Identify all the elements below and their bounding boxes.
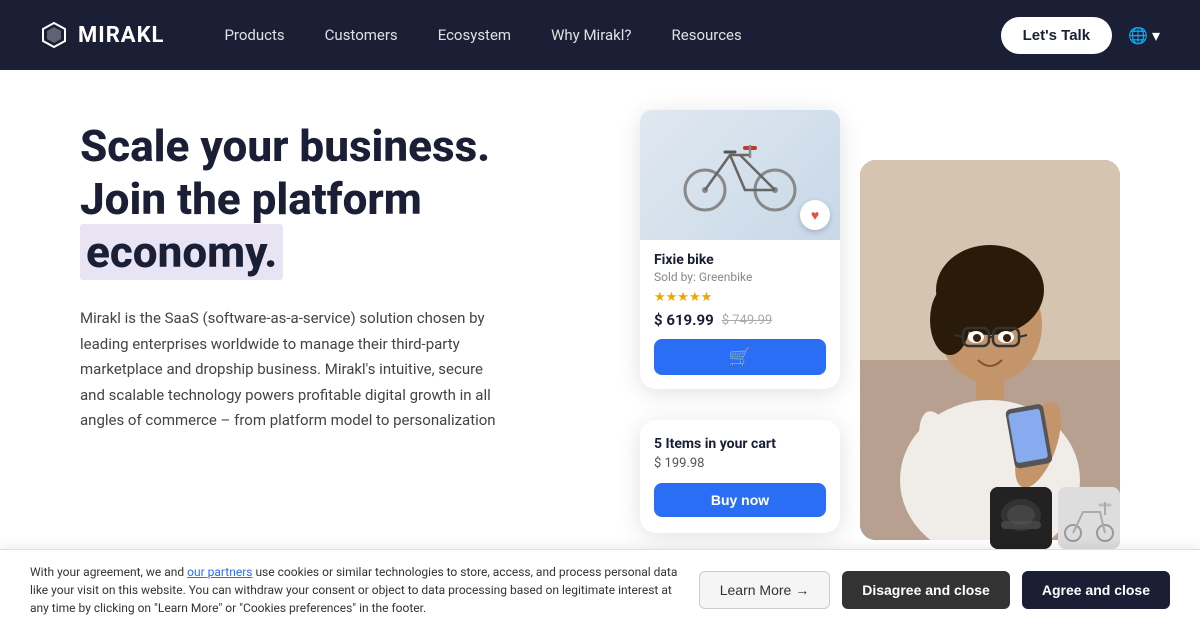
- logo[interactable]: MIRAKL: [40, 21, 164, 49]
- hero-title-line2: Join the platform: [80, 173, 422, 225]
- our-partners-link[interactable]: our partners: [187, 565, 252, 579]
- logo-text: MIRAKL: [78, 23, 164, 48]
- scooter-svg: [1058, 487, 1120, 549]
- nav-products[interactable]: Products: [224, 26, 284, 44]
- product-name: Fixie bike: [654, 252, 826, 268]
- product-info: Fixie bike Sold by: Greenbike ★★★★★ $ 61…: [640, 240, 840, 389]
- cart-card: 5 Items in your cart $ 199.98 Buy now: [640, 420, 840, 533]
- nav-links: Products Customers Ecosystem Why Mirakl?…: [224, 26, 1000, 44]
- nav-customers[interactable]: Customers: [325, 26, 398, 44]
- hero-left: Scale your business. Join the platform e…: [80, 110, 560, 549]
- nav-ecosystem[interactable]: Ecosystem: [438, 26, 511, 44]
- hero-title-line1: Scale your business.: [80, 120, 490, 172]
- person-photo: [860, 160, 1120, 540]
- agree-close-button[interactable]: Agree and close: [1022, 571, 1170, 609]
- thumbnail-row: [990, 487, 1120, 549]
- thumbnail-helmet: [990, 487, 1052, 549]
- product-image: ♥: [640, 110, 840, 240]
- cart-price: $ 199.98: [654, 456, 826, 471]
- bike-illustration: [680, 130, 800, 220]
- heart-icon: ♥: [811, 207, 819, 224]
- learn-more-button[interactable]: Learn More →: [699, 571, 830, 609]
- logo-icon: [40, 21, 68, 49]
- thumbnail-scooter: [1058, 487, 1120, 549]
- cookie-text: With your agreement, we and our partners…: [30, 563, 679, 617]
- chevron-down-icon: ▾: [1152, 26, 1160, 45]
- globe-icon: 🌐: [1128, 26, 1148, 45]
- disagree-close-button[interactable]: Disagree and close: [842, 571, 1010, 609]
- hero-description: Mirakl is the SaaS (software-as-a-servic…: [80, 306, 500, 434]
- product-stars: ★★★★★: [654, 290, 826, 305]
- nav-resources[interactable]: Resources: [672, 26, 742, 44]
- language-selector[interactable]: 🌐 ▾: [1128, 26, 1160, 45]
- cookie-banner: With your agreement, we and our partners…: [0, 549, 1200, 629]
- helmet-svg: [990, 487, 1052, 549]
- price-row: $ 619.99 $ 749.99: [654, 311, 826, 329]
- price-current: $ 619.99: [654, 311, 714, 329]
- navbar: MIRAKL Products Customers Ecosystem Why …: [0, 0, 1200, 70]
- nav-actions: Let's Talk 🌐 ▾: [1001, 17, 1160, 54]
- buy-now-button[interactable]: Buy now: [654, 483, 826, 517]
- main-content: Scale your business. Join the platform e…: [0, 70, 1200, 549]
- hero-title-line3: economy.: [80, 224, 283, 280]
- product-card: ♥ Fixie bike Sold by: Greenbike ★★★★★ $ …: [640, 110, 840, 389]
- cart-title: 5 Items in your cart: [654, 436, 826, 452]
- cookie-text-before-link: With your agreement, we and: [30, 565, 187, 579]
- price-original: $ 749.99: [722, 313, 773, 328]
- lets-talk-button[interactable]: Let's Talk: [1001, 17, 1112, 54]
- cart-icon: 🛒: [729, 347, 751, 368]
- product-seller: Sold by: Greenbike: [654, 270, 826, 284]
- cookie-buttons: Learn More → Disagree and close Agree an…: [699, 571, 1170, 609]
- hero-title: Scale your business. Join the platform e…: [80, 120, 560, 278]
- nav-why-mirakl[interactable]: Why Mirakl?: [551, 26, 631, 44]
- person-svg: [860, 160, 1120, 540]
- add-to-cart-button[interactable]: 🛒: [654, 339, 826, 375]
- wishlist-button[interactable]: ♥: [800, 200, 830, 230]
- hero-right: ♥ Fixie bike Sold by: Greenbike ★★★★★ $ …: [620, 110, 1120, 549]
- person-silhouette: [860, 160, 1120, 540]
